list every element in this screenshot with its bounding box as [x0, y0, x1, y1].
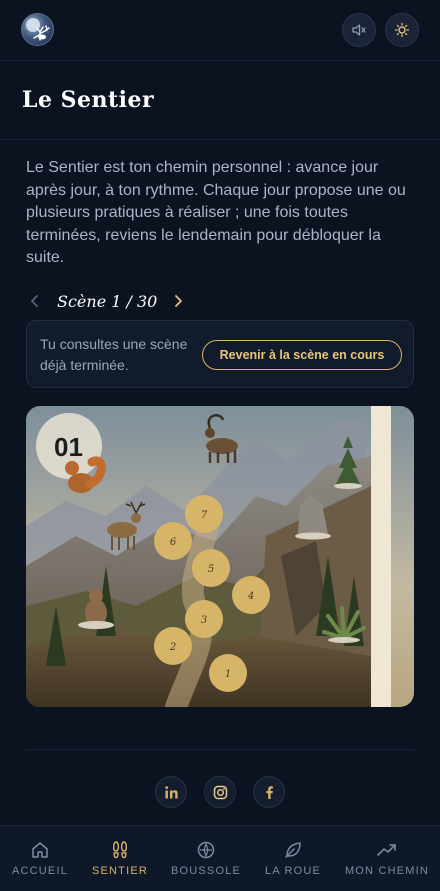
previous-scene-button[interactable]: [26, 292, 44, 310]
step-number: 1: [225, 669, 231, 680]
linkedin-link[interactable]: [155, 776, 187, 808]
scene-counter: Scène 1 / 30: [57, 291, 158, 311]
sun-icon: [394, 22, 410, 38]
top-bar: [0, 0, 440, 61]
nav-label: ACCUEIL: [11, 865, 69, 877]
intro-text: Le Sentier est ton chemin personnel : av…: [26, 159, 406, 267]
nav-label: MON CHEMIN: [344, 865, 430, 877]
stag-moon-logo-icon: [26, 18, 50, 41]
notice-text: Tu consultes une scène déjà terminée.: [40, 336, 188, 373]
divider: [26, 749, 414, 750]
footprints-icon: [112, 841, 128, 859]
nav-item-accueil[interactable]: ACCUEIL: [10, 826, 70, 891]
step-number: 6: [170, 537, 177, 548]
scene-navigation: Scène 1 / 30: [26, 287, 187, 315]
bottom-navigation: ACCUEIL SENTIER BOUSSOLE LA ROUE MON CHE…: [0, 825, 440, 891]
speaker-muted-icon: [352, 24, 366, 36]
step-number: 5: [208, 564, 214, 575]
completed-scene-notice: Tu consultes une scène déjà terminée. Re…: [26, 320, 414, 388]
nav-item-boussole[interactable]: BOUSSOLE: [170, 826, 242, 891]
scene-badge: 01: [54, 432, 83, 462]
resume-current-scene-button[interactable]: Revenir à la scène en cours: [202, 340, 402, 370]
nav-label: LA ROUE: [264, 865, 322, 877]
mute-button[interactable]: [342, 13, 376, 47]
title-row: Le Sentier: [0, 61, 440, 140]
leaf-icon: [285, 842, 301, 858]
step-number: 4: [247, 591, 254, 602]
compass-icon: [197, 841, 215, 859]
instagram-link[interactable]: [204, 776, 236, 808]
logo[interactable]: [21, 13, 54, 46]
step-number: 7: [201, 510, 208, 521]
scene-illustration: 01 1 2 3 4 5 6 7: [26, 406, 414, 707]
home-icon: [32, 842, 48, 858]
step-number: 2: [169, 642, 176, 653]
social-links: [155, 776, 285, 808]
mountain-landscape: 01 1 2 3 4 5 6 7: [26, 406, 414, 707]
theme-toggle-button[interactable]: [385, 13, 419, 47]
nav-item-mon-chemin[interactable]: MON CHEMIN: [344, 826, 430, 891]
nav-label: SENTIER: [91, 865, 149, 877]
facebook-link[interactable]: [253, 776, 285, 808]
chevron-right-icon: [175, 295, 183, 307]
next-scene-button[interactable]: [169, 292, 187, 310]
chevron-left-icon: [31, 295, 38, 307]
nav-item-sentier[interactable]: SENTIER: [90, 826, 150, 891]
trend-up-icon: [377, 844, 396, 856]
instagram-icon: [213, 785, 227, 799]
nav-label: BOUSSOLE: [170, 865, 242, 877]
page-title: Le Sentier: [22, 87, 155, 113]
linkedin-icon: [164, 785, 178, 798]
facebook-icon: [265, 785, 273, 799]
nav-item-la-roue[interactable]: LA ROUE: [262, 826, 324, 891]
step-number: 3: [201, 615, 207, 626]
